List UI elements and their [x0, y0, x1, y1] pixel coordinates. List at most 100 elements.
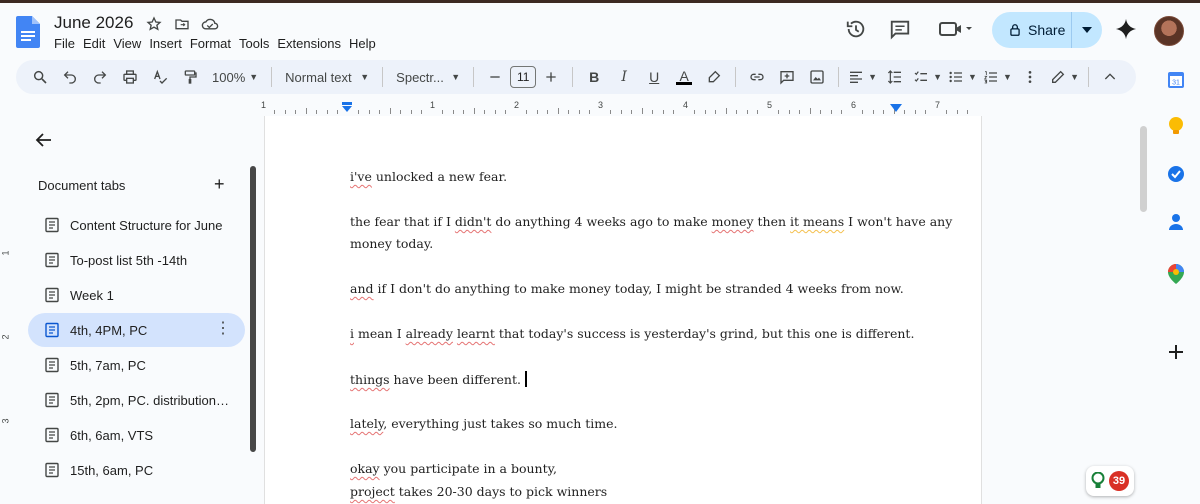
chevron-down-icon: ▼ [451, 72, 461, 82]
redo-icon[interactable] [88, 65, 112, 89]
tab-item-active[interactable]: 4th, 4PM, PC ⋮ [28, 313, 245, 347]
menu-view[interactable]: View [113, 36, 147, 51]
more-options-icon[interactable] [1018, 65, 1042, 89]
toolbar-divider [735, 67, 737, 87]
horizontal-ruler[interactable]: 1 1 2 3 4 5 6 7 [261, 100, 982, 114]
menu-tools[interactable]: Tools [239, 36, 275, 51]
misspelled-word[interactable]: learnt [457, 326, 495, 341]
star-icon[interactable] [144, 14, 164, 34]
share-button[interactable]: Share [992, 12, 1102, 48]
decrease-font-size-icon[interactable] [483, 65, 507, 89]
insert-image-icon[interactable] [805, 65, 829, 89]
font-select[interactable]: Spectr... ▼ [392, 65, 464, 89]
add-tab-button[interactable]: + [214, 174, 225, 195]
tab-item[interactable]: 5th, 2pm, PC. distribution ... [28, 383, 245, 417]
checklist-icon[interactable]: ▼ [913, 65, 942, 89]
undo-icon[interactable] [58, 65, 82, 89]
grammar-assistant-button[interactable]: 39 [1086, 466, 1134, 496]
tab-item[interactable]: 15th, 6am, PC [28, 453, 245, 487]
calendar-icon[interactable]: 31 [1166, 70, 1186, 90]
add-comment-icon[interactable] [775, 65, 799, 89]
share-dropdown-icon[interactable] [1072, 27, 1102, 33]
align-left-icon[interactable]: ▼ [848, 65, 877, 89]
zoom-select[interactable]: 100% ▼ [208, 65, 262, 89]
menu-insert[interactable]: Insert [149, 36, 188, 51]
chevron-down-icon: ▼ [933, 72, 943, 82]
misspelled-word[interactable]: and [350, 281, 374, 296]
toolbar-divider [1088, 67, 1089, 87]
tabs-scrollbar[interactable] [250, 166, 256, 452]
bulleted-list-icon[interactable]: ▼ [948, 65, 977, 89]
docs-logo-icon[interactable] [16, 16, 40, 48]
contacts-icon[interactable] [1166, 212, 1186, 232]
tab-item[interactable]: To-post list 5th -14th [28, 243, 245, 277]
misspelled-word[interactable]: project [350, 484, 395, 499]
underline-icon[interactable]: U [642, 65, 666, 89]
misspelled-word[interactable]: already [406, 326, 453, 341]
tab-item[interactable]: 6th, 6am, VTS [28, 418, 245, 452]
numbered-list-icon[interactable]: ▼ [983, 65, 1012, 89]
menu-help[interactable]: Help [349, 36, 382, 51]
spellcheck-icon[interactable] [148, 65, 172, 89]
version-history-icon[interactable] [844, 17, 868, 41]
avatar[interactable] [1154, 16, 1184, 46]
gemini-icon[interactable] [1114, 17, 1138, 41]
text-run: have been different. [389, 372, 521, 387]
menu-extensions[interactable]: Extensions [277, 36, 347, 51]
title-actions [144, 14, 220, 34]
left-indent-marker-icon[interactable] [341, 102, 353, 112]
misspelled-word[interactable]: i've [350, 169, 372, 184]
editing-mode-icon[interactable]: ▼ [1050, 65, 1079, 89]
grammar-suggestion[interactable]: it means [790, 214, 844, 229]
tab-item[interactable]: Week 1 [28, 278, 245, 312]
meet-video-icon[interactable] [936, 17, 976, 41]
line-spacing-icon[interactable] [883, 65, 907, 89]
text-run: , everything just takes so much time. [383, 416, 618, 431]
vertical-ruler[interactable]: 1 2 3 [0, 116, 14, 504]
document-tab-icon [45, 322, 59, 338]
misspelled-word[interactable]: things [350, 372, 390, 387]
document-tab-icon [45, 287, 59, 303]
text-color-icon[interactable]: A [672, 65, 696, 89]
toolbar-divider [838, 67, 840, 87]
menu-file[interactable]: File [54, 36, 81, 51]
bold-icon[interactable]: B [582, 65, 606, 89]
text-run: you participate in a bounty, [379, 461, 557, 476]
hide-menus-icon[interactable] [1098, 65, 1122, 89]
document-title[interactable]: June 2026 [54, 13, 133, 33]
increase-font-size-icon[interactable] [539, 65, 563, 89]
paragraph: lately, everything just takes so much ti… [350, 416, 617, 431]
document-page[interactable]: i've unlocked a new fear. the fear that … [264, 116, 982, 504]
menu-format[interactable]: Format [190, 36, 237, 51]
keep-icon[interactable] [1166, 116, 1186, 136]
maps-icon[interactable] [1166, 264, 1186, 284]
document-scrollbar[interactable] [1140, 126, 1147, 212]
move-folder-icon[interactable] [172, 14, 192, 34]
tab-item[interactable]: 5th, 7am, PC [28, 348, 245, 382]
cloud-saved-icon[interactable] [200, 14, 220, 34]
misspelled-word[interactable]: money [712, 214, 754, 229]
highlight-color-icon[interactable] [702, 65, 726, 89]
misspelled-word[interactable]: didn't [455, 214, 492, 229]
tab-item[interactable]: Content Structure for June [28, 208, 245, 242]
tasks-icon[interactable] [1166, 164, 1186, 184]
add-addon-icon[interactable] [1166, 342, 1186, 362]
misspelled-word[interactable]: okay [350, 461, 380, 476]
comments-icon[interactable] [888, 17, 912, 41]
search-menus-icon[interactable] [28, 65, 52, 89]
font-size-input[interactable]: 11 [510, 66, 537, 88]
menu-edit[interactable]: Edit [83, 36, 111, 51]
italic-icon[interactable]: I [612, 65, 636, 89]
text-run: money today. [350, 236, 434, 251]
document-tab-icon [45, 252, 59, 268]
tab-label: Week 1 [70, 287, 114, 303]
style-select[interactable]: Normal text ▼ [281, 65, 373, 89]
tab-more-options-icon[interactable]: ⋮ [215, 321, 231, 337]
paragraph: the fear that if I didn't do anything 4 … [350, 214, 952, 229]
back-arrow-icon[interactable] [34, 130, 54, 150]
misspelled-word[interactable]: lately [350, 416, 383, 431]
insert-link-icon[interactable] [745, 65, 769, 89]
right-indent-marker-icon[interactable] [890, 104, 902, 112]
print-icon[interactable] [118, 65, 142, 89]
paint-format-icon[interactable] [178, 65, 202, 89]
